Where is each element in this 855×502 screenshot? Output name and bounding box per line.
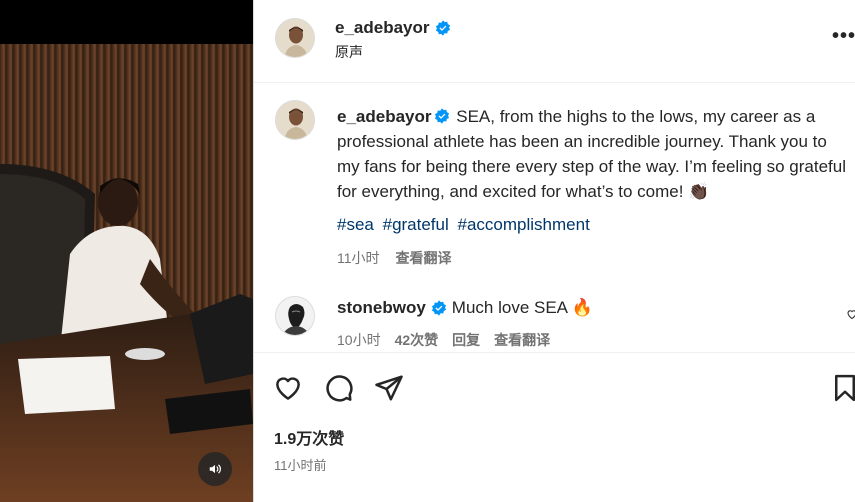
avatar[interactable] xyxy=(275,296,315,336)
comment-timestamp[interactable]: 10小时 xyxy=(337,330,381,350)
bookmark-icon[interactable] xyxy=(830,373,855,403)
caption-username[interactable]: e_adebayor xyxy=(337,107,432,126)
comment-icon[interactable] xyxy=(324,373,354,403)
avatar-photo xyxy=(276,19,314,57)
author-username: e_adebayor xyxy=(335,18,430,37)
comment-heart-icon[interactable] xyxy=(846,308,855,320)
comment-meta: 10小时 42次赞 回复 查看翻译 xyxy=(337,330,550,350)
caption-text-block: e_adebayor SEA, from the highs to the lo… xyxy=(337,104,847,204)
verified-badge-icon xyxy=(431,300,446,316)
comment-likes-count[interactable]: 42次赞 xyxy=(395,330,439,350)
verified-badge-icon xyxy=(435,20,450,36)
avatar[interactable] xyxy=(275,18,315,58)
hashtag-link[interactable]: #accomplishment xyxy=(458,215,590,234)
post-video-frame[interactable] xyxy=(0,44,253,502)
more-options-button[interactable]: ••• xyxy=(832,26,855,46)
hashtag-link[interactable]: #grateful xyxy=(383,215,449,234)
mute-button[interactable] xyxy=(198,452,232,486)
comment-item: stonebwoy Much love SEA 🔥 10小时 42次赞 回复 查… xyxy=(254,290,855,353)
see-translation-link[interactable]: 查看翻译 xyxy=(396,248,452,268)
likes-count[interactable]: 1.9万次赞 xyxy=(274,425,344,449)
post-header: e_adebayor 原声 ••• xyxy=(254,0,855,83)
avatar-photo xyxy=(276,101,314,139)
action-bar: 1.9万次赞 11小时前 xyxy=(254,352,855,502)
heart-icon[interactable] xyxy=(273,373,303,403)
caption-meta: 11小时 查看翻译 xyxy=(337,248,452,268)
post-side-panel: e_adebayor 原声 ••• e_adebayor SEA, from t… xyxy=(254,0,855,502)
caption-timestamp[interactable]: 11小时 xyxy=(337,248,380,268)
avatar-photo xyxy=(276,297,314,335)
author-username-link[interactable]: e_adebayor xyxy=(335,18,451,38)
reply-button[interactable]: 回复 xyxy=(452,330,480,350)
hashtag-link[interactable]: #sea xyxy=(337,215,374,234)
avatar[interactable] xyxy=(275,100,315,140)
see-translation-link[interactable]: 查看翻译 xyxy=(494,330,550,350)
post-timestamp[interactable]: 11小时前 xyxy=(274,455,327,474)
speaker-icon xyxy=(209,464,221,474)
audio-link[interactable]: 原声 xyxy=(335,42,363,62)
hashtag-list: #sea #grateful #accomplishment xyxy=(337,215,594,235)
comment-text-line: stonebwoy Much love SEA 🔥 xyxy=(337,298,593,318)
comment-text: Much love SEA 🔥 xyxy=(451,298,593,317)
share-icon[interactable] xyxy=(374,373,404,403)
post-media[interactable] xyxy=(0,0,253,502)
verified-badge-icon xyxy=(434,108,449,124)
comment-username[interactable]: stonebwoy xyxy=(337,298,426,318)
